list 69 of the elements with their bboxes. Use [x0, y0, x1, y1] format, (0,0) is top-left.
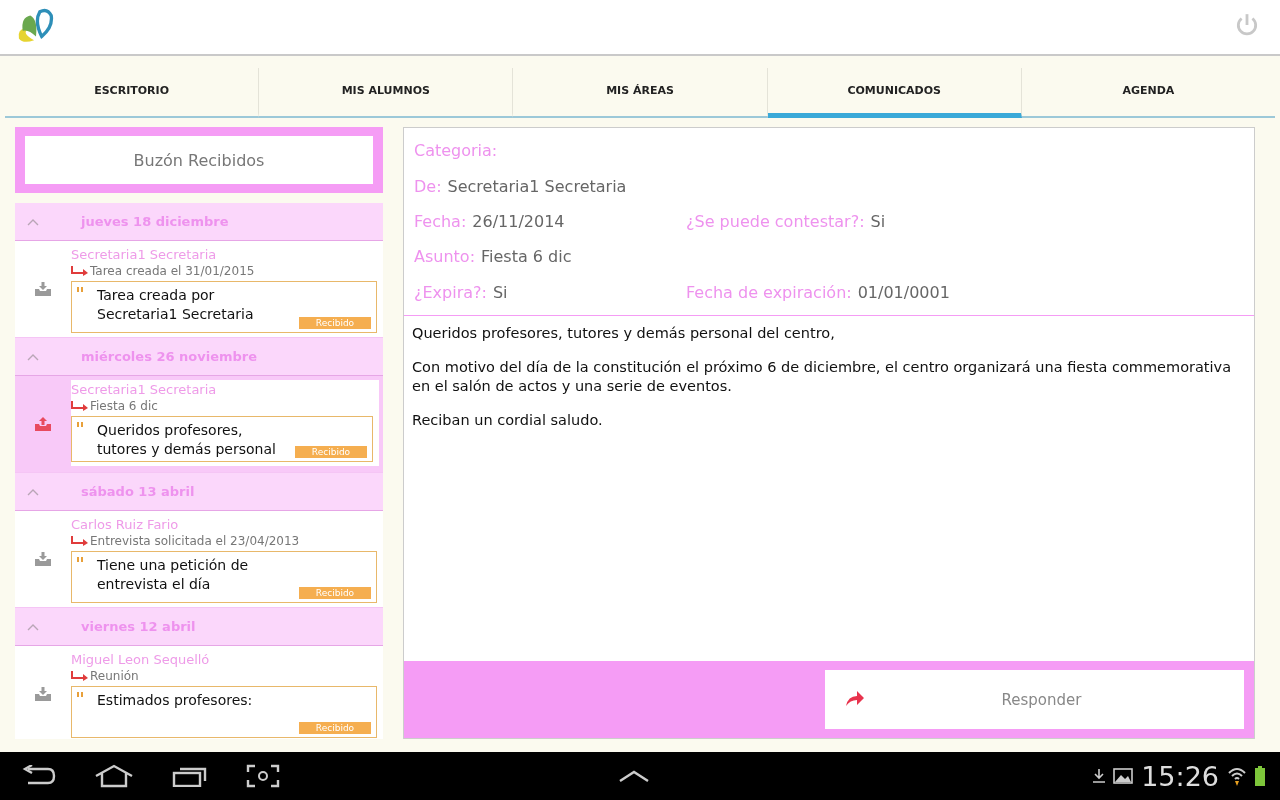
recent-apps-icon[interactable] [172, 765, 208, 787]
message-subject: Fiesta 6 dic [90, 398, 158, 414]
tray-icon [35, 552, 51, 566]
group-date: sábado 13 abril [81, 484, 195, 499]
quote-icon [77, 287, 83, 292]
sender-name: Secretaria1 Secretaria [71, 382, 218, 398]
message-item[interactable]: Secretaria1 Secretaria Fiesta 6 dic Queridos profesores, tutores y demás personal Recibido [15, 376, 383, 473]
clock: 15:26 [1141, 760, 1219, 792]
status-badge: Recibido [299, 722, 371, 734]
nav-tab[interactable]: MIS ALUMNOS [259, 68, 514, 118]
battery-icon [1255, 766, 1265, 786]
message-item[interactable]: Secretaria1 Secretaria Tarea creada el 31/01/2015 Tarea creada por Secretaria1 Secretaria Recibido [15, 241, 383, 338]
tray-icon [35, 687, 51, 701]
message-paragraph: Con motivo del día de la constitución el próximo 6 de diciembre, el centro organizará una fiesta commemorativa en el salón de actos y una serie de eventos. [412, 358, 1233, 396]
field-label: De: [414, 176, 442, 196]
sender-name: Miguel Leon Sequelló [71, 652, 211, 668]
screenshot-icon[interactable] [246, 764, 280, 788]
field-label: Categoria: [414, 141, 498, 161]
nav-tab[interactable]: MIS ÁREAS [513, 68, 768, 118]
image-icon [1113, 768, 1134, 784]
field-label: Fecha de expiración: [686, 282, 852, 302]
message-preview: Estimados profesores: [97, 691, 254, 710]
group-date: viernes 12 abril [81, 619, 196, 634]
message-paragraph: Reciban un cordial saludo. [412, 411, 604, 430]
field-value: 26/11/2014 [472, 211, 565, 231]
home-icon[interactable] [94, 764, 134, 788]
message-subject: Tarea creada el 31/01/2015 [90, 263, 255, 279]
quote-icon [77, 557, 83, 562]
field-label: ¿Expira?: [414, 282, 487, 302]
field-value: 01/01/0001 [857, 282, 950, 302]
status-badge: Recibido [295, 446, 367, 458]
tray-icon [35, 417, 51, 431]
status-badge: Recibido [299, 317, 371, 329]
sender-name: Secretaria1 Secretaria [71, 247, 218, 263]
group-date: miércoles 26 noviembre [81, 349, 258, 364]
message-subject: Entrevista solicitada el 23/04/2013 [90, 533, 300, 549]
inbox-title: Buzón Recibidos [25, 136, 373, 184]
message-item[interactable]: Carlos Ruiz Fario Entrevista solicitada el 23/04/2013 Tiene una petición de entrevista el día Recibido [15, 511, 383, 608]
reply-button[interactable]: Responder [825, 670, 1244, 729]
nav-tab[interactable]: ESCRITORIO [5, 68, 260, 118]
quote-icon [77, 422, 83, 427]
group-date: jueves 18 diciembre [81, 214, 229, 229]
message-subject: Reunión [90, 668, 139, 684]
reply-arrow-icon [71, 536, 89, 546]
nav-tab[interactable]: COMUNICADOS [767, 68, 1022, 118]
reply-arrow-icon [71, 671, 89, 681]
field-value: Fiesta 6 dic [481, 247, 572, 267]
quote-icon [77, 692, 83, 697]
message-paragraph: Queridos profesores, tutores y demás personal del centro, [412, 324, 836, 343]
sender-name: Carlos Ruiz Fario [71, 517, 180, 533]
reply-arrow-icon [71, 266, 89, 276]
field-value: Si [492, 282, 508, 302]
nav-tab[interactable]: AGENDA [1021, 68, 1275, 118]
tray-icon [35, 282, 51, 296]
reply-icon [846, 690, 864, 706]
message-item[interactable]: Miguel Leon Sequelló Reunión Estimados profesores: Recibido [15, 646, 383, 739]
status-badge: Recibido [299, 587, 371, 599]
download-icon [1093, 769, 1106, 783]
field-label: Fecha: [414, 211, 467, 231]
message-preview: Tarea creada por Secretaria1 Secretaria [97, 286, 255, 324]
message-preview: Tiene una petición de entrevista el día [97, 556, 250, 594]
field-label: ¿Se puede contestar?: [686, 211, 865, 231]
back-icon[interactable] [22, 765, 56, 787]
wifi-icon [1227, 766, 1247, 786]
field-value: Secretaria1 Secretaria [447, 176, 627, 196]
message-preview: Queridos profesores, tutores y demás personal [97, 421, 277, 459]
field-label: Asunto: [414, 247, 475, 267]
reply-arrow-icon [71, 401, 89, 411]
field-value: Si [870, 211, 886, 231]
